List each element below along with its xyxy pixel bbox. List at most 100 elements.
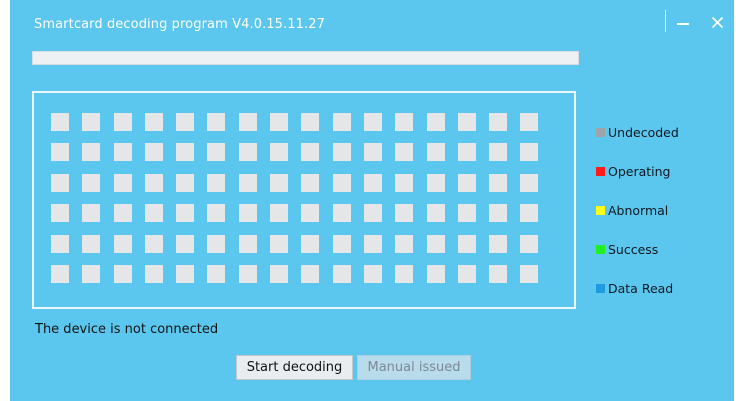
legend-swatch [596, 245, 605, 254]
slot-cell [426, 143, 445, 162]
slot-cell [363, 234, 382, 253]
slot-cell [144, 234, 163, 253]
slot-cell [457, 204, 476, 223]
slot-cell [238, 143, 257, 162]
slot-grid-panel [32, 91, 576, 309]
slot-cell [395, 234, 414, 253]
slot-cell [238, 113, 257, 131]
slot-cell [395, 264, 414, 283]
slot-cell [489, 264, 508, 283]
slot-cell [332, 113, 351, 131]
slot-cell [363, 173, 382, 192]
slot-cell [489, 173, 508, 192]
slot-cell [426, 204, 445, 223]
legend-label: Data Read [608, 281, 674, 296]
slot-cell [113, 173, 132, 192]
slot-cell [270, 234, 289, 253]
slot-cell [176, 234, 195, 253]
slot-cell [113, 264, 132, 283]
slot-cell [51, 143, 69, 162]
slot-cell [144, 143, 163, 162]
slot-cell [457, 234, 476, 253]
close-button[interactable] [700, 8, 734, 36]
slot-cell [144, 173, 163, 192]
slot-cell [520, 173, 539, 192]
slot-cell [113, 113, 132, 131]
slot-cell [332, 234, 351, 253]
slot-cell [207, 143, 226, 162]
slot-cell [489, 234, 508, 253]
slot-cell [144, 204, 163, 223]
minimize-button[interactable] [666, 8, 700, 36]
slot-cell [176, 204, 195, 223]
slot-cell [332, 173, 351, 192]
slot-cell [520, 234, 539, 253]
slot-cell [489, 113, 508, 131]
slot-cell [270, 204, 289, 223]
slot-cell [301, 173, 320, 192]
slot-cell [332, 204, 351, 223]
slot-cell [207, 173, 226, 192]
decoding-progress-bar [32, 51, 579, 65]
slot-cell [270, 113, 289, 131]
slot-cell [457, 173, 476, 192]
slot-cell [270, 173, 289, 192]
slot-cell [457, 264, 476, 283]
slot-cell [176, 143, 195, 162]
legend-label: Success [608, 242, 659, 257]
legend-swatch [596, 167, 605, 176]
slot-cell [144, 264, 163, 283]
slot-cell [332, 143, 351, 162]
legend-item: Success [596, 230, 679, 269]
slot-cell [363, 204, 382, 223]
slot-cell [51, 113, 69, 131]
slot-cell [520, 264, 539, 283]
manual-issued-button[interactable]: Manual issued [357, 355, 471, 380]
slot-cell [457, 113, 476, 131]
slot-cell [301, 143, 320, 162]
slot-cell [426, 264, 445, 283]
slot-cell [176, 113, 195, 131]
slot-cell [520, 143, 539, 162]
slot-cell [395, 143, 414, 162]
slot-cell [51, 264, 69, 283]
slot-cell [51, 173, 69, 192]
slot-cell [520, 113, 539, 131]
legend-item: Operating [596, 152, 679, 191]
slot-grid [51, 113, 539, 283]
slot-cell [489, 143, 508, 162]
slot-cell [457, 143, 476, 162]
status-legend: Undecoded Operating Abnormal Success Data Re… [596, 113, 679, 308]
start-decoding-button[interactable]: Start decoding [236, 355, 353, 380]
slot-cell [82, 113, 101, 131]
legend-swatch [596, 128, 605, 137]
slot-cell [395, 113, 414, 131]
legend-item: Data Read [596, 269, 679, 308]
legend-item: Undecoded [596, 113, 679, 152]
slot-cell [82, 264, 101, 283]
slot-cell [520, 204, 539, 223]
slot-cell [363, 143, 382, 162]
legend-swatch [596, 206, 605, 215]
slot-cell [270, 264, 289, 283]
legend-item: Abnormal [596, 191, 679, 230]
window-title: Smartcard decoding program V4.0.15.11.27 [34, 17, 325, 32]
app-window: Smartcard decoding program V4.0.15.11.27… [10, 0, 734, 401]
slot-cell [113, 143, 132, 162]
slot-cell [113, 204, 132, 223]
legend-label: Undecoded [608, 125, 679, 140]
slot-cell [238, 264, 257, 283]
connection-status: The device is not connected [35, 322, 219, 337]
slot-cell [144, 113, 163, 131]
slot-cell [332, 264, 351, 283]
slot-cell [82, 234, 101, 253]
slot-cell [395, 204, 414, 223]
slot-cell [301, 264, 320, 283]
minimize-icon [677, 23, 689, 25]
slot-cell [176, 173, 195, 192]
slot-cell [426, 113, 445, 131]
legend-label: Abnormal [608, 203, 669, 218]
slot-cell [238, 234, 257, 253]
slot-cell [82, 173, 101, 192]
slot-cell [176, 264, 195, 283]
